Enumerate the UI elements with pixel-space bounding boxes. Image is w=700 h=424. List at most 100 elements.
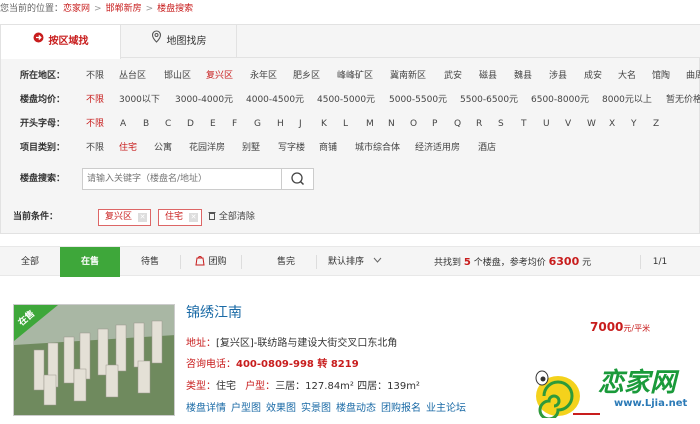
filter-option-area[interactable]: 不限 bbox=[86, 66, 104, 86]
sort-dropdown[interactable]: 默认排序 bbox=[320, 247, 390, 277]
filter-option-area[interactable]: 丛台区 bbox=[119, 66, 146, 86]
filter-option-area[interactable]: 永年区 bbox=[250, 66, 277, 86]
result-prefix: 共找到 bbox=[434, 258, 462, 268]
filter-option-letter[interactable]: X bbox=[609, 114, 615, 134]
layout-label: 户型： bbox=[245, 381, 276, 392]
filter-option-letter[interactable]: S bbox=[498, 114, 504, 134]
filter-option-area[interactable]: 成安 bbox=[584, 66, 602, 86]
filter-option-area[interactable]: 武安 bbox=[444, 66, 462, 86]
filter-all[interactable]: 全部 bbox=[0, 247, 60, 277]
filter-on-sale[interactable]: 在售 bbox=[60, 247, 120, 277]
logo-text: 恋家网 bbox=[598, 368, 677, 398]
filter-option-letter[interactable]: D bbox=[187, 114, 194, 134]
link-news[interactable]: 楼盘动态 bbox=[336, 403, 376, 414]
filter-option-price[interactable]: 6500-8000元 bbox=[531, 90, 589, 110]
link-render[interactable]: 效果图 bbox=[266, 403, 296, 414]
filter-row-price: 楼盘均价： 不限 3000以下 3000-4000元 4000-4500元 4500-5… bbox=[1, 90, 700, 110]
filter-option-type[interactable]: 花园洋房 bbox=[189, 138, 225, 158]
listing-name[interactable]: 锦绣江南 bbox=[186, 302, 242, 322]
filter-option-letter[interactable]: O bbox=[410, 114, 417, 134]
result-summary: 共找到 5 个楼盘，参考均价 6300 元 bbox=[434, 247, 604, 277]
link-forum[interactable]: 业主论坛 bbox=[426, 403, 466, 414]
filter-option-type[interactable]: 别墅 bbox=[242, 138, 260, 158]
filter-label-area: 所在地区： bbox=[20, 71, 66, 81]
filter-option-area[interactable]: 肥乡区 bbox=[293, 66, 320, 86]
filter-option-price[interactable]: 3000以下 bbox=[119, 90, 160, 110]
filter-option-letter[interactable]: Q bbox=[454, 114, 461, 134]
link-detail[interactable]: 楼盘详情 bbox=[186, 403, 226, 414]
filter-option-letter[interactable]: 不限 bbox=[86, 114, 104, 134]
filter-option-price[interactable]: 4500-5000元 bbox=[317, 90, 375, 110]
condition-chip-area[interactable]: 复兴区 ✕ bbox=[98, 209, 152, 226]
filter-option-area[interactable]: 磁县 bbox=[479, 66, 497, 86]
filter-option-letter[interactable]: W bbox=[587, 114, 596, 134]
filter-option-area[interactable]: 峰峰矿区 bbox=[337, 66, 373, 86]
filter-option-area[interactable]: 魏县 bbox=[514, 66, 532, 86]
filter-option-area[interactable]: 冀南新区 bbox=[390, 66, 426, 86]
close-icon[interactable]: ✕ bbox=[138, 213, 148, 222]
tab-by-area[interactable]: 按区域找 bbox=[1, 25, 121, 59]
filter-option-letter[interactable]: M bbox=[366, 114, 374, 134]
filter-option-area[interactable]: 馆陶 bbox=[652, 66, 670, 86]
filter-option-area[interactable]: 涉县 bbox=[549, 66, 567, 86]
search-icon bbox=[291, 172, 305, 186]
filter-option-price[interactable]: 不限 bbox=[86, 90, 104, 110]
filter-pending[interactable]: 待售 bbox=[120, 247, 180, 277]
chevron-down-icon bbox=[367, 257, 382, 267]
filter-option-letter[interactable]: R bbox=[476, 114, 482, 134]
filter-option-letter[interactable]: E bbox=[210, 114, 216, 134]
condition-chip-type[interactable]: 住宅 ✕ bbox=[158, 209, 203, 226]
link-group-signup[interactable]: 团购报名 bbox=[381, 403, 421, 414]
filter-option-letter[interactable]: G bbox=[254, 114, 261, 134]
link-floorplan[interactable]: 户型图 bbox=[231, 403, 261, 414]
filter-option-area[interactable]: 复兴区 bbox=[206, 66, 233, 86]
breadcrumb-city-link[interactable]: 邯郸新房 bbox=[106, 4, 142, 14]
watermark-logo: 恋家网 www.Ljia.net bbox=[528, 358, 698, 421]
close-icon[interactable]: ✕ bbox=[189, 213, 199, 222]
filter-option-letter[interactable]: A bbox=[120, 114, 126, 134]
filter-option-letter[interactable]: Z bbox=[653, 114, 659, 134]
filter-option-type[interactable]: 商铺 bbox=[319, 138, 337, 158]
filter-option-area[interactable]: 邯山区 bbox=[164, 66, 191, 86]
filter-option-letter[interactable]: L bbox=[343, 114, 348, 134]
filter-option-type[interactable]: 写字楼 bbox=[278, 138, 305, 158]
filter-option-type[interactable]: 酒店 bbox=[478, 138, 496, 158]
filter-option-letter[interactable]: K bbox=[321, 114, 327, 134]
filter-option-type[interactable]: 住宅 bbox=[119, 138, 137, 158]
filter-option-letter[interactable]: U bbox=[543, 114, 550, 134]
filter-option-letter[interactable]: B bbox=[143, 114, 149, 134]
filter-option-area[interactable]: 曲周 bbox=[686, 66, 700, 86]
filter-option-type[interactable]: 经济适用房 bbox=[415, 138, 460, 158]
filter-option-price[interactable]: 4000-4500元 bbox=[246, 90, 304, 110]
filter-option-price[interactable]: 5000-5500元 bbox=[389, 90, 447, 110]
filter-sold-out[interactable]: 售完 bbox=[256, 247, 316, 277]
breadcrumb-site-link[interactable]: 恋家网 bbox=[63, 4, 90, 14]
filter-option-letter[interactable]: F bbox=[232, 114, 237, 134]
tab-by-area-label: 按区域找 bbox=[48, 36, 89, 47]
filter-option-type[interactable]: 公寓 bbox=[154, 138, 172, 158]
clear-all-button[interactable]: 全部清除 bbox=[208, 209, 255, 226]
filter-option-price[interactable]: 5500-6500元 bbox=[460, 90, 518, 110]
tab-by-map[interactable]: 地图找房 bbox=[121, 25, 237, 58]
listing-thumbnail[interactable]: 在售 bbox=[13, 304, 175, 416]
filter-option-type[interactable]: 城市综合体 bbox=[355, 138, 400, 158]
filter-option-type[interactable]: 不限 bbox=[86, 138, 104, 158]
filter-label-letter: 开头字母： bbox=[20, 119, 66, 129]
search-input[interactable] bbox=[83, 169, 279, 189]
filter-option-letter[interactable]: P bbox=[432, 114, 437, 134]
filter-group-buy[interactable]: 团购 bbox=[181, 247, 241, 277]
filter-option-letter[interactable]: N bbox=[388, 114, 395, 134]
filter-option-letter[interactable]: V bbox=[565, 114, 571, 134]
filter-option-price[interactable]: 暂无价格 bbox=[666, 90, 700, 110]
filter-option-price[interactable]: 8000元以上 bbox=[602, 90, 652, 110]
link-photo[interactable]: 实景图 bbox=[301, 403, 331, 414]
filter-option-price[interactable]: 3000-4000元 bbox=[175, 90, 233, 110]
filter-option-letter[interactable]: C bbox=[165, 114, 171, 134]
filter-option-letter[interactable]: T bbox=[521, 114, 527, 134]
filter-option-letter[interactable]: J bbox=[299, 114, 302, 134]
filter-option-area[interactable]: 大名 bbox=[618, 66, 636, 86]
filter-option-letter[interactable]: H bbox=[277, 114, 284, 134]
search-button[interactable] bbox=[281, 169, 313, 189]
filter-option-letter[interactable]: Y bbox=[631, 114, 637, 134]
building-render-image bbox=[14, 305, 174, 415]
